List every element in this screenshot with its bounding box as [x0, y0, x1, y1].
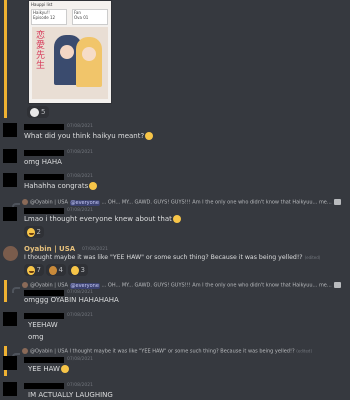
- username[interactable]: Oyabin | USA: [24, 245, 75, 253]
- message-text: I thought maybe it was like "YEE HAW" or…: [24, 254, 320, 261]
- message-text-body: Hahahha congrats: [24, 182, 89, 190]
- message-text-body: I thought maybe it was like "YEE HAW" or…: [24, 254, 303, 261]
- avatar-redacted: [3, 312, 17, 326]
- cover-title: 恋愛先生: [36, 31, 46, 71]
- everyone-mention: @everyone: [69, 282, 100, 289]
- avatar-redacted: [3, 149, 17, 163]
- reply-avatar: [22, 348, 28, 354]
- laugh-emoji-icon: [89, 182, 98, 190]
- embed-card-1-stat: Episode 12: [33, 15, 56, 20]
- highlight-bar: [4, 280, 7, 302]
- username-redacted: [24, 383, 64, 389]
- cover-face-1: [60, 45, 74, 59]
- reaction-button[interactable]: 2: [24, 226, 44, 238]
- reply-author: @Oyabin | USA: [30, 282, 68, 289]
- username-redacted: [24, 124, 64, 130]
- reaction-button[interactable]: 5: [27, 106, 49, 118]
- message-text: IM ACTUALLY LAUGHING: [28, 391, 113, 399]
- reaction-count: 4: [58, 266, 63, 274]
- reply-preview[interactable]: @Oyabin | USA @everyone ... OH... MY... …: [22, 199, 341, 206]
- image-icon: [333, 199, 341, 205]
- message-text: omg: [28, 333, 44, 341]
- message-text: Lmao i thought everyone knew about that: [24, 215, 181, 223]
- avatar-redacted: [3, 123, 17, 137]
- reply-text: I thought maybe it was like "YEE HAW" or…: [67, 348, 295, 355]
- everyone-mention: @everyone: [69, 199, 100, 206]
- reply-preview[interactable]: @Oyabin | USA @everyone ... OH... MY... …: [22, 282, 341, 289]
- reply-text: ... OH... MY... GAWD. GUYS! GUYS!!! Am I…: [99, 282, 332, 289]
- username-redacted: [24, 208, 64, 214]
- message-text-body: YEE HAW: [28, 365, 60, 373]
- image-icon: [333, 282, 341, 288]
- message-text: omggg OYABIN HAHAHAHA: [24, 296, 119, 304]
- message-text: YEEHAW: [28, 321, 58, 329]
- reply-avatar: [22, 199, 28, 205]
- embed-card-2: Fan Ova 01: [72, 9, 108, 25]
- reply-author: @Oyabin | USA: [30, 199, 68, 206]
- timestamp: 07/08/2021: [82, 247, 108, 252]
- edited-label: (edited): [304, 255, 321, 260]
- reaction-button[interactable]: 7: [24, 264, 44, 276]
- avatar-redacted: [3, 207, 17, 221]
- user-avatar[interactable]: [3, 246, 18, 261]
- laugh-emoji-icon: [60, 365, 69, 373]
- username-redacted: [24, 357, 64, 363]
- laugh-emoji-icon: [145, 132, 154, 140]
- reply-preview[interactable]: @Oyabin | USA I thought maybe it was lik…: [22, 348, 312, 355]
- avatar-redacted: [3, 382, 17, 396]
- timestamp: 07/08/2021: [67, 174, 93, 179]
- reply-connector: [12, 287, 20, 293]
- cover-face-2: [82, 47, 96, 61]
- reply-text: ... OH... MY... GAWD. GUYS! GUYS!!! Am I…: [99, 199, 332, 206]
- timestamp: 07/08/2021: [67, 124, 93, 129]
- message-text: Hahahha congrats: [24, 182, 98, 190]
- avatar-redacted: [3, 173, 17, 187]
- skull-emoji-icon: [30, 107, 39, 117]
- edited-label: (edited): [296, 348, 313, 354]
- username-redacted: [24, 313, 64, 319]
- embed-card-1: Haikyu!! Episode 12: [31, 9, 67, 25]
- message-text: YEE HAW: [28, 365, 69, 373]
- timestamp: 07/08/2021: [67, 208, 93, 213]
- cowboy-emoji-icon: [49, 265, 57, 275]
- embedded-image[interactable]: Hauppi list Haikyu!! Episode 12 Fan Ova …: [28, 0, 112, 104]
- reaction-button[interactable]: 4: [46, 264, 66, 276]
- timestamp: 07/08/2021: [67, 290, 93, 295]
- reaction-count: 2: [36, 228, 41, 236]
- reaction-count: 7: [36, 266, 41, 274]
- embed-card-2-stat: Ova 01: [74, 15, 89, 20]
- message-text: omg HAHA: [24, 158, 62, 166]
- crying-emoji-icon: [71, 265, 79, 275]
- timestamp: 07/08/2021: [67, 383, 93, 388]
- reply-author: @Oyabin | USA: [30, 348, 68, 355]
- timestamp: 07/08/2021: [67, 357, 93, 362]
- message-text: What did you think haikyu meant?: [24, 132, 154, 140]
- laugh-emoji-icon: [27, 265, 35, 275]
- cover-figure-2: [76, 37, 102, 87]
- username-redacted: [24, 174, 64, 180]
- reaction-count: 3: [80, 266, 85, 274]
- reply-avatar: [22, 282, 28, 288]
- message-text-body: Lmao i thought everyone knew about that: [24, 215, 172, 223]
- embed-header: Hauppi list: [31, 2, 53, 7]
- timestamp: 07/08/2021: [67, 150, 93, 155]
- reaction-button[interactable]: 3: [68, 264, 88, 276]
- message-text-body: What did you think haikyu meant?: [24, 132, 145, 140]
- highlight-bar: [4, 0, 7, 118]
- username-redacted: [24, 150, 64, 156]
- avatar-redacted: [3, 356, 17, 370]
- laugh-emoji-icon: [27, 227, 35, 237]
- laugh-emoji-icon: [172, 215, 181, 223]
- reaction-count: 5: [41, 108, 46, 116]
- timestamp: 07/08/2021: [67, 313, 93, 318]
- manga-cover: 恋愛先生: [32, 27, 108, 99]
